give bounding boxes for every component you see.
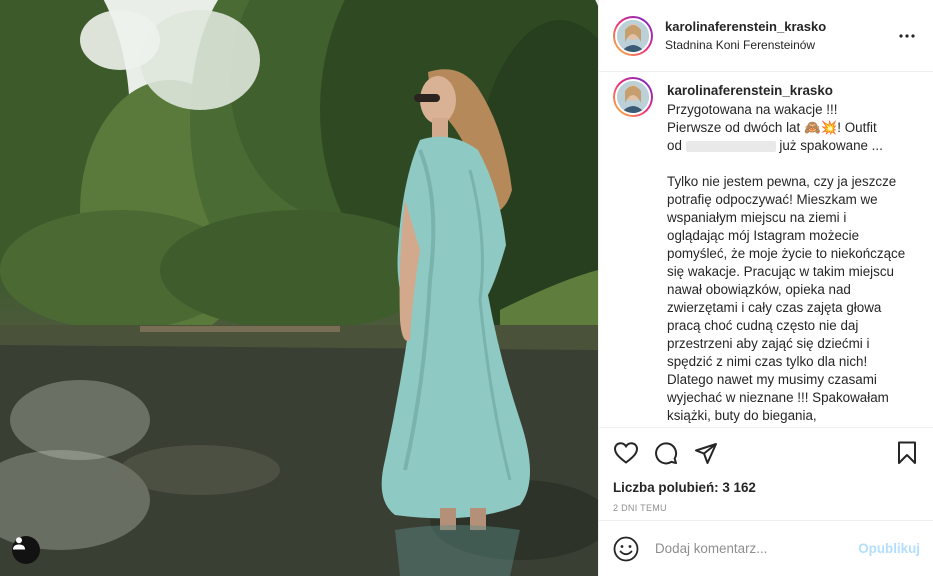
caption-comment: karolinaferenstein_krasko Przygotowana n…: [613, 75, 920, 425]
paper-plane-icon[interactable]: [693, 440, 719, 466]
blurred-mention: [685, 140, 776, 152]
comment-icon[interactable]: [653, 440, 679, 466]
location-link[interactable]: Stadnina Koni Ferensteinów: [665, 38, 895, 52]
caption-line-3-prefix: od: [667, 138, 682, 153]
emoji-icon[interactable]: [613, 536, 639, 562]
user-tag-icon[interactable]: [12, 536, 40, 564]
caption-line-2: Pierwsze od dwóch lat 🙈💥! Outfit: [667, 120, 877, 135]
post-header: karolinaferenstein_krasko Stadnina Koni …: [599, 0, 933, 72]
avatar[interactable]: [613, 15, 653, 56]
caption-line-3: od już spakowane ...: [667, 137, 907, 155]
more-options-icon[interactable]: [895, 24, 919, 48]
caption-username[interactable]: karolinaferenstein_krasko: [667, 82, 907, 100]
post-timestamp[interactable]: 2 DNI TEMU: [613, 503, 920, 513]
caption-avatar[interactable]: [613, 77, 653, 117]
bookmark-icon[interactable]: [894, 440, 920, 466]
post-details-panel: karolinaferenstein_krasko Stadnina Koni …: [598, 0, 933, 576]
comment-form: Opublikuj: [599, 520, 933, 576]
post-photo[interactable]: [0, 0, 598, 576]
caption-line-3-suffix: już spakowane ...: [779, 138, 883, 153]
post-actions: Liczba polubień: 3 162 2 DNI TEMU: [599, 427, 933, 513]
post-comment-button[interactable]: Opublikuj: [858, 541, 920, 556]
like-count[interactable]: Liczba polubień: 3 162: [613, 480, 920, 495]
photo-scene: [0, 0, 598, 576]
heart-icon[interactable]: [613, 440, 639, 466]
caption-line-1: Przygotowana na wakacje !!!: [667, 102, 838, 117]
caption-text: karolinaferenstein_krasko Przygotowana n…: [667, 75, 907, 425]
comment-input[interactable]: [655, 541, 859, 556]
header-username[interactable]: karolinaferenstein_krasko: [665, 19, 895, 34]
caption-paragraph-2: Tylko nie jestem pewna, czy ja jeszcze p…: [667, 174, 909, 423]
caption-section: karolinaferenstein_krasko Przygotowana n…: [599, 73, 933, 427]
